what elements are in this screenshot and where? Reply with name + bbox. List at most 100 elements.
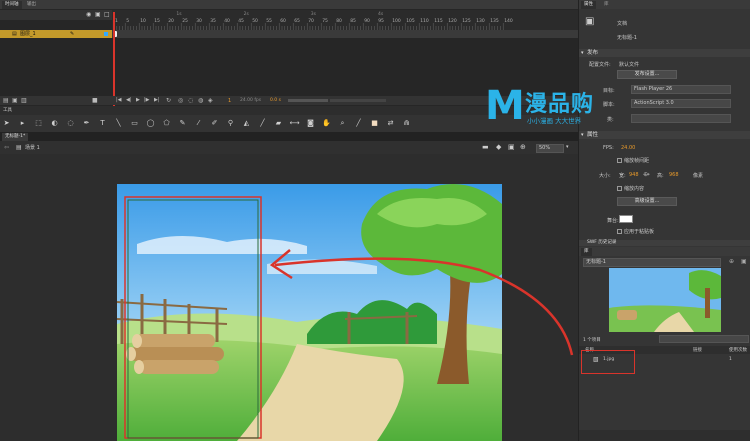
width-icon[interactable]: ⟷: [289, 119, 299, 128]
props-section-header[interactable]: ▾ 属性: [579, 131, 750, 139]
selection-icon[interactable]: ➤: [2, 119, 11, 128]
ruler-ticks: 1 5 10 15 20 25 30 35 40 45 50 55 60 65 70 75 80 85 90 95 10…: [113, 11, 513, 30]
stroke-color-icon[interactable]: ╱: [354, 119, 363, 128]
timeline-zoom-slider[interactable]: [330, 99, 386, 102]
library-doc-select[interactable]: 无标题-1: [583, 258, 721, 267]
col-linkage[interactable]: 链接: [693, 347, 702, 353]
col-use-count[interactable]: 使用次数: [729, 347, 747, 353]
swf-history-header[interactable]: SWF 历史记录: [579, 240, 750, 246]
lock-icon[interactable]: ▣: [95, 11, 101, 18]
paint-brush-icon[interactable]: ✐: [210, 119, 219, 128]
oval-icon[interactable]: ◯: [146, 119, 155, 128]
link-icon[interactable]: ⟴: [643, 171, 650, 178]
edit-scene-icon[interactable]: ▬: [482, 143, 489, 151]
camera-icon[interactable]: ◙: [306, 119, 315, 128]
new-layer-icon[interactable]: ▤: [3, 97, 9, 104]
current-frame[interactable]: 1: [228, 98, 231, 104]
free-transform-icon[interactable]: ⬚: [34, 119, 43, 128]
ruler-seconds-label: 2s: [244, 11, 250, 17]
apply-pasteboard-label: 应用于粘贴板: [624, 229, 655, 235]
tab-timeline[interactable]: 时间轴: [2, 1, 22, 9]
fps-readout[interactable]: 24.00 fps: [240, 98, 261, 103]
scale-content-checkbox[interactable]: 缩放内容: [617, 185, 644, 192]
width-value[interactable]: 948: [629, 172, 639, 178]
apply-pasteboard-checkbox[interactable]: 应用于粘贴板: [617, 228, 654, 235]
chevron-down-icon[interactable]: ▾: [566, 144, 569, 150]
layer-name[interactable]: 图层_1: [20, 30, 36, 38]
polystar-icon[interactable]: ⬠: [162, 119, 171, 128]
camera-toggle-icon[interactable]: ■: [92, 97, 98, 104]
publish-section-header[interactable]: ▾ 发布: [579, 49, 750, 57]
publish-settings-button[interactable]: 发布设置...: [617, 70, 677, 79]
pin-icon[interactable]: ⊕: [729, 258, 734, 265]
library-tabbar: 库: [579, 247, 750, 256]
layer-row[interactable]: ▤ 图层_1 ✎: [0, 30, 112, 38]
frame-track[interactable]: [112, 30, 578, 38]
ruler-seconds-label: 3s: [311, 11, 317, 17]
playhead[interactable]: [113, 12, 115, 106]
library-search[interactable]: [659, 335, 749, 343]
eyedropper-icon[interactable]: ╱: [258, 119, 267, 128]
onion-markers-icon[interactable]: ◈: [208, 97, 213, 104]
new-library-icon[interactable]: ▣: [741, 258, 747, 265]
chevron-down-icon: ▾: [581, 50, 584, 56]
loop-icon[interactable]: ↻: [166, 97, 171, 104]
preview-thumbnail: [609, 268, 721, 332]
class-input[interactable]: [631, 114, 731, 123]
time-readout[interactable]: 0.0 s: [270, 98, 281, 103]
advanced-settings-button[interactable]: 高级设置...: [617, 197, 677, 206]
tab-document[interactable]: 无标题-1*: [2, 133, 29, 141]
onion-skin-icon[interactable]: ◎: [178, 97, 183, 104]
timeline-scrollbar[interactable]: [288, 99, 328, 102]
tab-library-2[interactable]: 库: [581, 248, 592, 256]
size-label: 大小:: [599, 173, 611, 179]
eraser-icon[interactable]: ▰: [274, 119, 283, 128]
onion-outline-icon[interactable]: ◌: [188, 97, 193, 104]
play-icon[interactable]: ▶: [136, 97, 140, 103]
pencil-icon[interactable]: ✎: [178, 119, 187, 128]
tab-properties[interactable]: 属性: [581, 1, 596, 9]
last-frame-icon[interactable]: ▶|: [154, 97, 160, 103]
ruler-frame-number: 105: [406, 18, 415, 24]
target-select[interactable]: Flash Player 26: [631, 85, 731, 94]
subselection-icon[interactable]: ▸: [18, 119, 27, 128]
scale-spans-checkbox[interactable]: 缩放帧间距: [617, 157, 649, 164]
fps-value[interactable]: 24.00: [621, 145, 635, 151]
zoom-icon[interactable]: ⌕: [338, 119, 347, 128]
fill-color-icon[interactable]: ■: [370, 119, 379, 128]
tab-output[interactable]: 输出: [24, 1, 39, 9]
text-icon[interactable]: T: [98, 119, 107, 128]
next-frame-icon[interactable]: |▶: [144, 97, 150, 103]
gradient-icon[interactable]: ◐: [50, 119, 59, 128]
hand-icon[interactable]: ✋: [322, 119, 331, 128]
rectangle-icon[interactable]: ▭: [130, 119, 139, 128]
library-highlight-box: [581, 350, 635, 374]
first-frame-icon[interactable]: |◀: [116, 97, 122, 103]
eye-icon[interactable]: ◉: [86, 11, 91, 18]
outline-icon[interactable]: □: [104, 11, 110, 18]
delete-layer-icon[interactable]: ▥: [21, 97, 27, 104]
layer-color-swatch[interactable]: [104, 32, 108, 36]
edit-multiple-icon[interactable]: ◍: [198, 97, 203, 104]
clip-icon[interactable]: ▣: [508, 143, 515, 151]
stage-color-swatch[interactable]: [619, 215, 633, 223]
center-stage-icon[interactable]: ⊕: [520, 143, 526, 151]
lasso-icon[interactable]: ◌: [66, 119, 75, 128]
back-arrow-icon[interactable]: ⇦: [4, 144, 9, 151]
scene-label[interactable]: 场景 1: [25, 144, 40, 151]
tab-library[interactable]: 库: [601, 1, 612, 9]
script-select[interactable]: ActionScript 3.0: [631, 99, 731, 108]
height-value[interactable]: 968: [669, 172, 679, 178]
swap-colors-icon[interactable]: ⇄: [386, 119, 395, 128]
snap-icon[interactable]: ⋒: [402, 119, 411, 128]
bone-icon[interactable]: ⚲: [226, 119, 235, 128]
brush-icon[interactable]: ⁄: [194, 119, 203, 128]
line-icon[interactable]: ╲: [114, 119, 123, 128]
edit-symbol-icon[interactable]: ◆: [496, 143, 501, 151]
zoom-select[interactable]: 50%: [536, 144, 564, 153]
pen-icon[interactable]: ✒: [82, 119, 91, 128]
paint-bucket-icon[interactable]: ◭: [242, 119, 251, 128]
prev-frame-icon[interactable]: ◀|: [126, 97, 132, 103]
new-folder-icon[interactable]: ▣: [12, 97, 18, 104]
frame-ruler[interactable]: 1 5 10 15 20 25 30 35 40 45 50 55 60 65 70 75 80 85 90 95 10…: [112, 10, 578, 30]
